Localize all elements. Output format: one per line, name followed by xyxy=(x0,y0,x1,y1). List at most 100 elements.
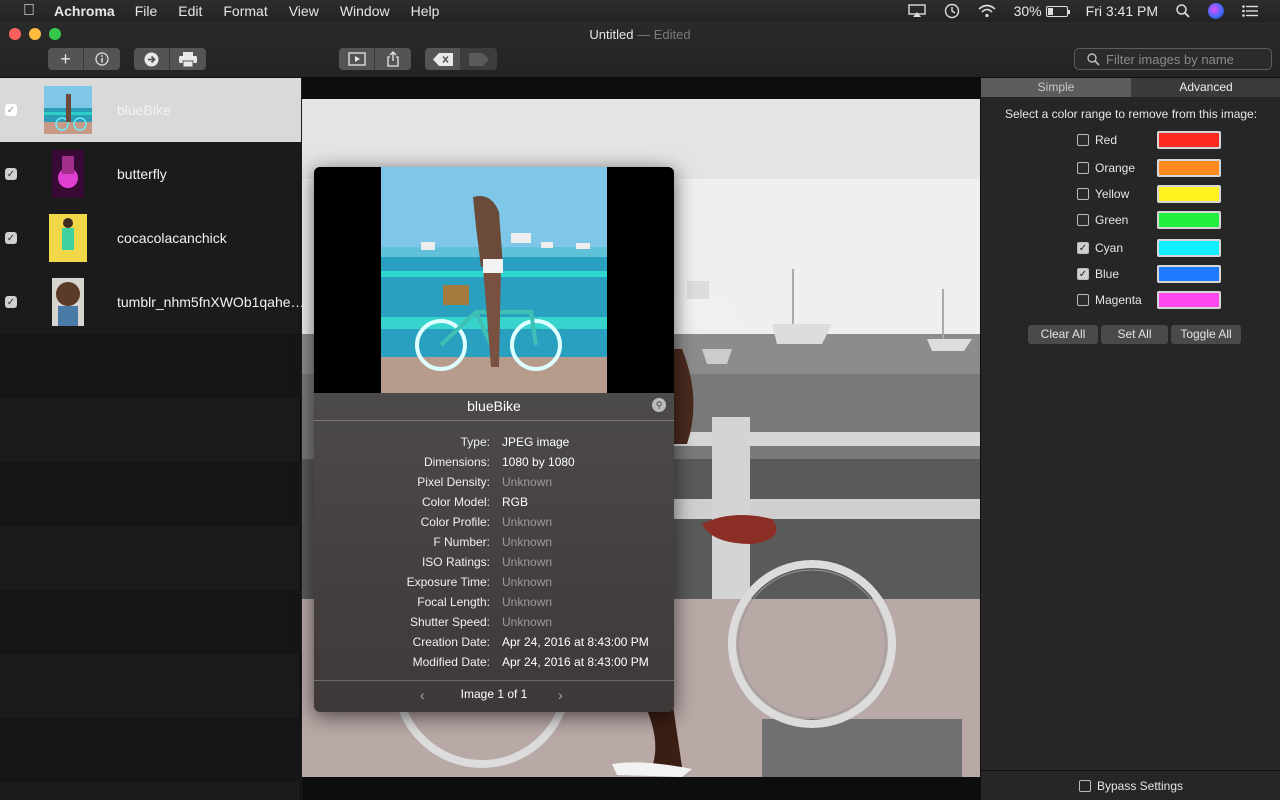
menu-file[interactable]: File xyxy=(135,3,158,19)
slideshow-button[interactable] xyxy=(339,48,375,70)
info-preview xyxy=(314,167,674,393)
color-swatch[interactable] xyxy=(1157,239,1221,257)
color-swatch[interactable] xyxy=(1157,265,1221,283)
info-row: Shutter Speed: Unknown xyxy=(314,615,674,631)
list-item-name: cocacolacanchick xyxy=(117,230,227,246)
spotlight-search-icon[interactable] xyxy=(1176,4,1190,18)
color-checkbox[interactable] xyxy=(1077,162,1089,174)
info-value: JPEG image xyxy=(502,435,570,449)
info-icon xyxy=(95,52,109,66)
tab-advanced[interactable]: Advanced xyxy=(1131,78,1280,97)
tab-simple[interactable]: Simple xyxy=(981,78,1131,97)
list-item[interactable]: ✓ blueBike xyxy=(0,78,301,142)
add-info-group: + xyxy=(48,48,120,70)
color-swatch[interactable] xyxy=(1157,185,1221,203)
info-value: Unknown xyxy=(502,555,553,569)
image-info-popover: blueBike ⚲ Type: JPEG image Dimensions: 108… xyxy=(314,167,674,712)
menu-edit[interactable]: Edit xyxy=(178,3,202,19)
info-row: Pixel Density: Unknown xyxy=(314,475,674,491)
battery-status[interactable]: 30% xyxy=(1014,3,1070,19)
color-option-orange[interactable]: Orange xyxy=(1077,159,1277,177)
info-key: Modified Date: xyxy=(412,655,490,669)
info-title: blueBike xyxy=(467,398,521,414)
include-checkbox[interactable]: ✓ xyxy=(5,232,17,244)
apple-menu-icon[interactable]:  xyxy=(21,2,37,20)
info-key: F Number: xyxy=(433,535,490,549)
color-option-red[interactable]: Red xyxy=(1077,131,1277,149)
color-swatch[interactable] xyxy=(1157,211,1221,229)
info-key: ISO Ratings: xyxy=(421,555,490,569)
back-delete-icon xyxy=(432,52,453,66)
color-checkbox[interactable] xyxy=(1077,188,1089,200)
redo-button[interactable] xyxy=(461,48,497,70)
filter-search-field[interactable] xyxy=(1074,48,1272,70)
app-menu[interactable]: Achroma xyxy=(54,3,115,19)
undo-redo-group xyxy=(425,48,497,70)
toggle-all-button[interactable]: Toggle All xyxy=(1171,325,1241,344)
arrow-right-circle-icon xyxy=(144,52,159,66)
info-key: Focal Length: xyxy=(417,595,490,609)
color-swatch[interactable] xyxy=(1157,159,1221,177)
color-label: Magenta xyxy=(1095,293,1142,307)
info-value: Unknown xyxy=(502,515,553,529)
include-checkbox[interactable]: ✓ xyxy=(5,296,17,308)
color-swatch[interactable] xyxy=(1157,291,1221,309)
color-swatch[interactable] xyxy=(1157,131,1221,149)
add-image-button[interactable]: + xyxy=(48,48,84,70)
filter-input[interactable] xyxy=(1106,51,1266,67)
menu-bar:  Achroma File Edit Format View Window H… xyxy=(0,0,1280,22)
notification-center-icon[interactable] xyxy=(1242,5,1258,17)
set-all-button[interactable]: Set All xyxy=(1101,325,1168,344)
include-checkbox[interactable]: ✓ xyxy=(5,104,17,116)
info-row: Modified Date: Apr 24, 2016 at 8:43:00 PM xyxy=(314,655,674,671)
list-item[interactable]: ✓ butterfly xyxy=(0,142,301,206)
color-checkbox[interactable] xyxy=(1077,294,1089,306)
color-checkbox[interactable] xyxy=(1077,214,1089,226)
color-option-magenta[interactable]: Magenta xyxy=(1077,291,1277,309)
color-checkbox[interactable]: ✓ xyxy=(1077,242,1089,254)
info-row: Exposure Time: Unknown xyxy=(314,575,674,591)
bypass-settings-row[interactable]: Bypass Settings xyxy=(981,770,1280,800)
list-item[interactable]: ✓ tumblr_nhm5fnXWOb1qahe… xyxy=(0,270,305,334)
info-value: Unknown xyxy=(502,575,553,589)
color-option-green[interactable]: Green xyxy=(1077,211,1277,229)
color-label: Red xyxy=(1095,133,1118,147)
thumbnail-tumblr xyxy=(52,278,84,326)
share-button[interactable] xyxy=(375,48,411,70)
list-item[interactable]: ✓ cocacolacanchick xyxy=(0,206,301,270)
export-button[interactable] xyxy=(134,48,170,70)
siri-icon[interactable] xyxy=(1208,3,1224,19)
info-key: Color Model: xyxy=(421,495,490,509)
zoom-preview-icon[interactable]: ⚲ xyxy=(652,398,666,412)
preview-image xyxy=(381,167,607,393)
color-option-blue[interactable]: ✓ Blue xyxy=(1077,265,1277,283)
color-label: Green xyxy=(1095,213,1129,227)
airplay-icon[interactable] xyxy=(907,4,926,18)
next-image-chevron-icon[interactable]: › xyxy=(558,687,563,703)
color-option-cyan[interactable]: ✓ Cyan xyxy=(1077,239,1277,257)
list-item-name: tumblr_nhm5fnXWOb1qahe… xyxy=(117,294,305,310)
bypass-checkbox[interactable] xyxy=(1078,779,1091,792)
info-key: Shutter Speed: xyxy=(409,615,490,629)
info-key: Pixel Density: xyxy=(417,475,490,489)
menu-help[interactable]: Help xyxy=(411,3,440,19)
wifi-icon[interactable] xyxy=(978,4,996,18)
info-key: Dimensions: xyxy=(423,455,490,469)
info-value: Unknown xyxy=(502,535,553,549)
color-checkbox[interactable] xyxy=(1077,134,1089,146)
info-button[interactable] xyxy=(84,48,120,70)
undo-button[interactable] xyxy=(425,48,461,70)
color-option-yellow[interactable]: Yellow xyxy=(1077,185,1277,203)
menu-format[interactable]: Format xyxy=(223,3,267,19)
include-checkbox[interactable]: ✓ xyxy=(5,168,17,180)
clear-all-button[interactable]: Clear All xyxy=(1028,325,1098,344)
time-machine-icon[interactable] xyxy=(944,3,960,19)
share-icon xyxy=(387,51,399,67)
color-checkbox[interactable]: ✓ xyxy=(1077,268,1089,280)
clock[interactable]: Fri 3:41 PM xyxy=(1086,3,1158,19)
info-key: Creation Date: xyxy=(412,635,490,649)
menu-view[interactable]: View xyxy=(289,3,319,19)
menu-window[interactable]: Window xyxy=(340,3,390,19)
search-icon xyxy=(1087,52,1100,66)
print-button[interactable] xyxy=(170,48,206,70)
